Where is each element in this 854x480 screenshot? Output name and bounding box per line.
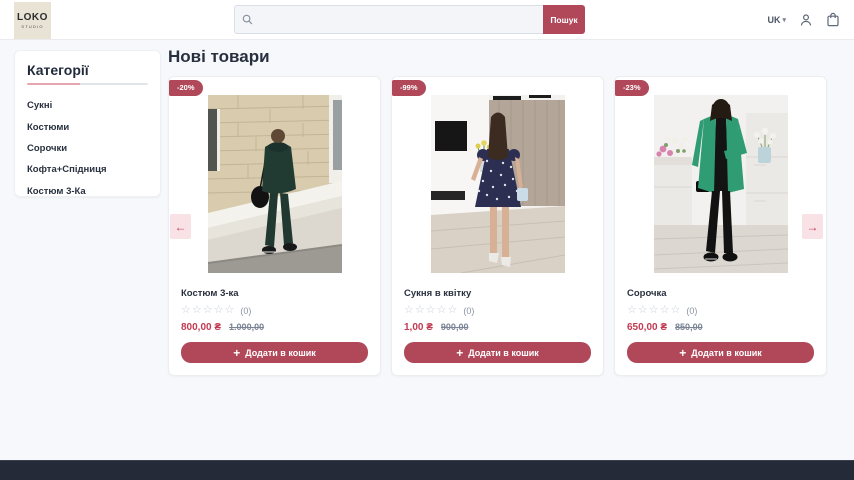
chevron-down-icon: ▾ bbox=[782, 16, 786, 24]
star-icon: ☆ bbox=[437, 305, 447, 316]
star-icon: ☆ bbox=[627, 305, 637, 316]
products-carousel: ← -20% bbox=[168, 76, 827, 376]
categories-list: Сукні Костюми Сорочки Кофта+Спідниця Кос… bbox=[27, 95, 148, 202]
plus-icon: + bbox=[456, 347, 463, 359]
sidebar-item-kofta-spidnytsia[interactable]: Кофта+Спідниця bbox=[27, 159, 148, 180]
discount-badge: -99% bbox=[392, 80, 426, 96]
product-image[interactable] bbox=[431, 95, 565, 273]
product-rating: ☆ ☆ ☆ ☆ ☆ (0) bbox=[404, 305, 591, 316]
add-to-cart-label: Додати в кошик bbox=[691, 348, 762, 358]
categories-divider bbox=[27, 83, 148, 85]
search-input[interactable] bbox=[253, 14, 543, 25]
product-image[interactable] bbox=[208, 95, 342, 273]
carousel-prev-button[interactable]: ← bbox=[170, 214, 191, 239]
star-icon: ☆ bbox=[214, 305, 224, 316]
logo-name: LOKO bbox=[17, 12, 48, 23]
page-content: Категорії Сукні Костюми Сорочки Кофта+Сп… bbox=[0, 40, 854, 460]
star-icon: ☆ bbox=[404, 305, 414, 316]
sidebar-item-sorochky[interactable]: Сорочки bbox=[27, 138, 148, 159]
star-icon: ☆ bbox=[181, 305, 191, 316]
sidebar-item-kostiumy[interactable]: Костюми bbox=[27, 116, 148, 137]
header: LOKO STUDIO Пошук UK ▾ bbox=[0, 0, 854, 40]
add-to-cart-button[interactable]: + Додати в кошик bbox=[404, 342, 591, 363]
search-field[interactable] bbox=[234, 5, 543, 34]
language-label: UK bbox=[767, 15, 780, 25]
star-icon: ☆ bbox=[448, 305, 458, 316]
old-price: 850,00 bbox=[675, 322, 703, 332]
rating-count: (0) bbox=[240, 306, 251, 316]
rating-count: (0) bbox=[686, 306, 697, 316]
star-icon: ☆ bbox=[203, 305, 213, 316]
star-icon: ☆ bbox=[415, 305, 425, 316]
add-to-cart-button[interactable]: + Додати в кошик bbox=[627, 342, 814, 363]
search-button[interactable]: Пошук bbox=[543, 5, 585, 34]
product-title[interactable]: Сукня в квітку bbox=[404, 288, 591, 299]
product-image[interactable] bbox=[654, 95, 788, 273]
plus-icon: + bbox=[679, 347, 686, 359]
product-rating: ☆ ☆ ☆ ☆ ☆ (0) bbox=[627, 305, 814, 316]
sidebar-item-kostium-3ka[interactable]: Костюм 3-Ка bbox=[27, 181, 148, 202]
discount-badge: -20% bbox=[169, 80, 203, 96]
current-price: 650,00 ₴ bbox=[627, 322, 667, 333]
language-selector[interactable]: UK ▾ bbox=[767, 15, 786, 25]
old-price: 900,00 bbox=[441, 322, 469, 332]
plus-icon: + bbox=[233, 347, 240, 359]
add-to-cart-label: Додати в кошик bbox=[245, 348, 316, 358]
search-icon bbox=[242, 14, 253, 25]
cart-icon[interactable] bbox=[826, 12, 840, 27]
product-prices: 650,00 ₴ 850,00 bbox=[627, 322, 814, 333]
star-icon: ☆ bbox=[671, 305, 681, 316]
add-to-cart-label: Додати в кошик bbox=[468, 348, 539, 358]
logo-tagline: STUDIO bbox=[21, 24, 43, 29]
star-icon: ☆ bbox=[660, 305, 670, 316]
star-icon: ☆ bbox=[192, 305, 202, 316]
add-to-cart-button[interactable]: + Додати в кошик bbox=[181, 342, 368, 363]
search-bar: Пошук bbox=[234, 5, 585, 34]
arrow-right-icon: → bbox=[807, 220, 819, 234]
categories-title: Категорії bbox=[27, 62, 148, 78]
old-price: 1.000,00 bbox=[229, 322, 264, 332]
sidebar-item-sukni[interactable]: Сукні bbox=[27, 95, 148, 116]
arrow-left-icon: ← bbox=[175, 220, 187, 234]
carousel-next-button[interactable]: → bbox=[802, 214, 823, 239]
current-price: 1,00 ₴ bbox=[404, 322, 433, 333]
product-rating: ☆ ☆ ☆ ☆ ☆ (0) bbox=[181, 305, 368, 316]
logo[interactable]: LOKO STUDIO bbox=[14, 2, 51, 39]
product-prices: 1,00 ₴ 900,00 bbox=[404, 322, 591, 333]
product-card: -20% bbox=[168, 76, 381, 376]
main-section: Нові товари ← -20% bbox=[168, 40, 827, 376]
current-price: 800,00 ₴ bbox=[181, 322, 221, 333]
account-icon[interactable] bbox=[799, 13, 813, 27]
footer bbox=[0, 460, 854, 480]
product-title[interactable]: Костюм 3-ка bbox=[181, 288, 368, 299]
discount-badge: -23% bbox=[615, 80, 649, 96]
rating-count: (0) bbox=[463, 306, 474, 316]
star-icon: ☆ bbox=[649, 305, 659, 316]
header-actions: UK ▾ bbox=[767, 12, 840, 27]
product-title[interactable]: Сорочка bbox=[627, 288, 814, 299]
star-icon: ☆ bbox=[225, 305, 235, 316]
product-prices: 800,00 ₴ 1.000,00 bbox=[181, 322, 368, 333]
categories-panel: Категорії Сукні Костюми Сорочки Кофта+Сп… bbox=[14, 50, 161, 197]
star-icon: ☆ bbox=[426, 305, 436, 316]
product-card: -99% bbox=[391, 76, 604, 376]
star-icon: ☆ bbox=[638, 305, 648, 316]
product-card: -23% bbox=[614, 76, 827, 376]
page-title: Нові товари bbox=[168, 47, 827, 67]
